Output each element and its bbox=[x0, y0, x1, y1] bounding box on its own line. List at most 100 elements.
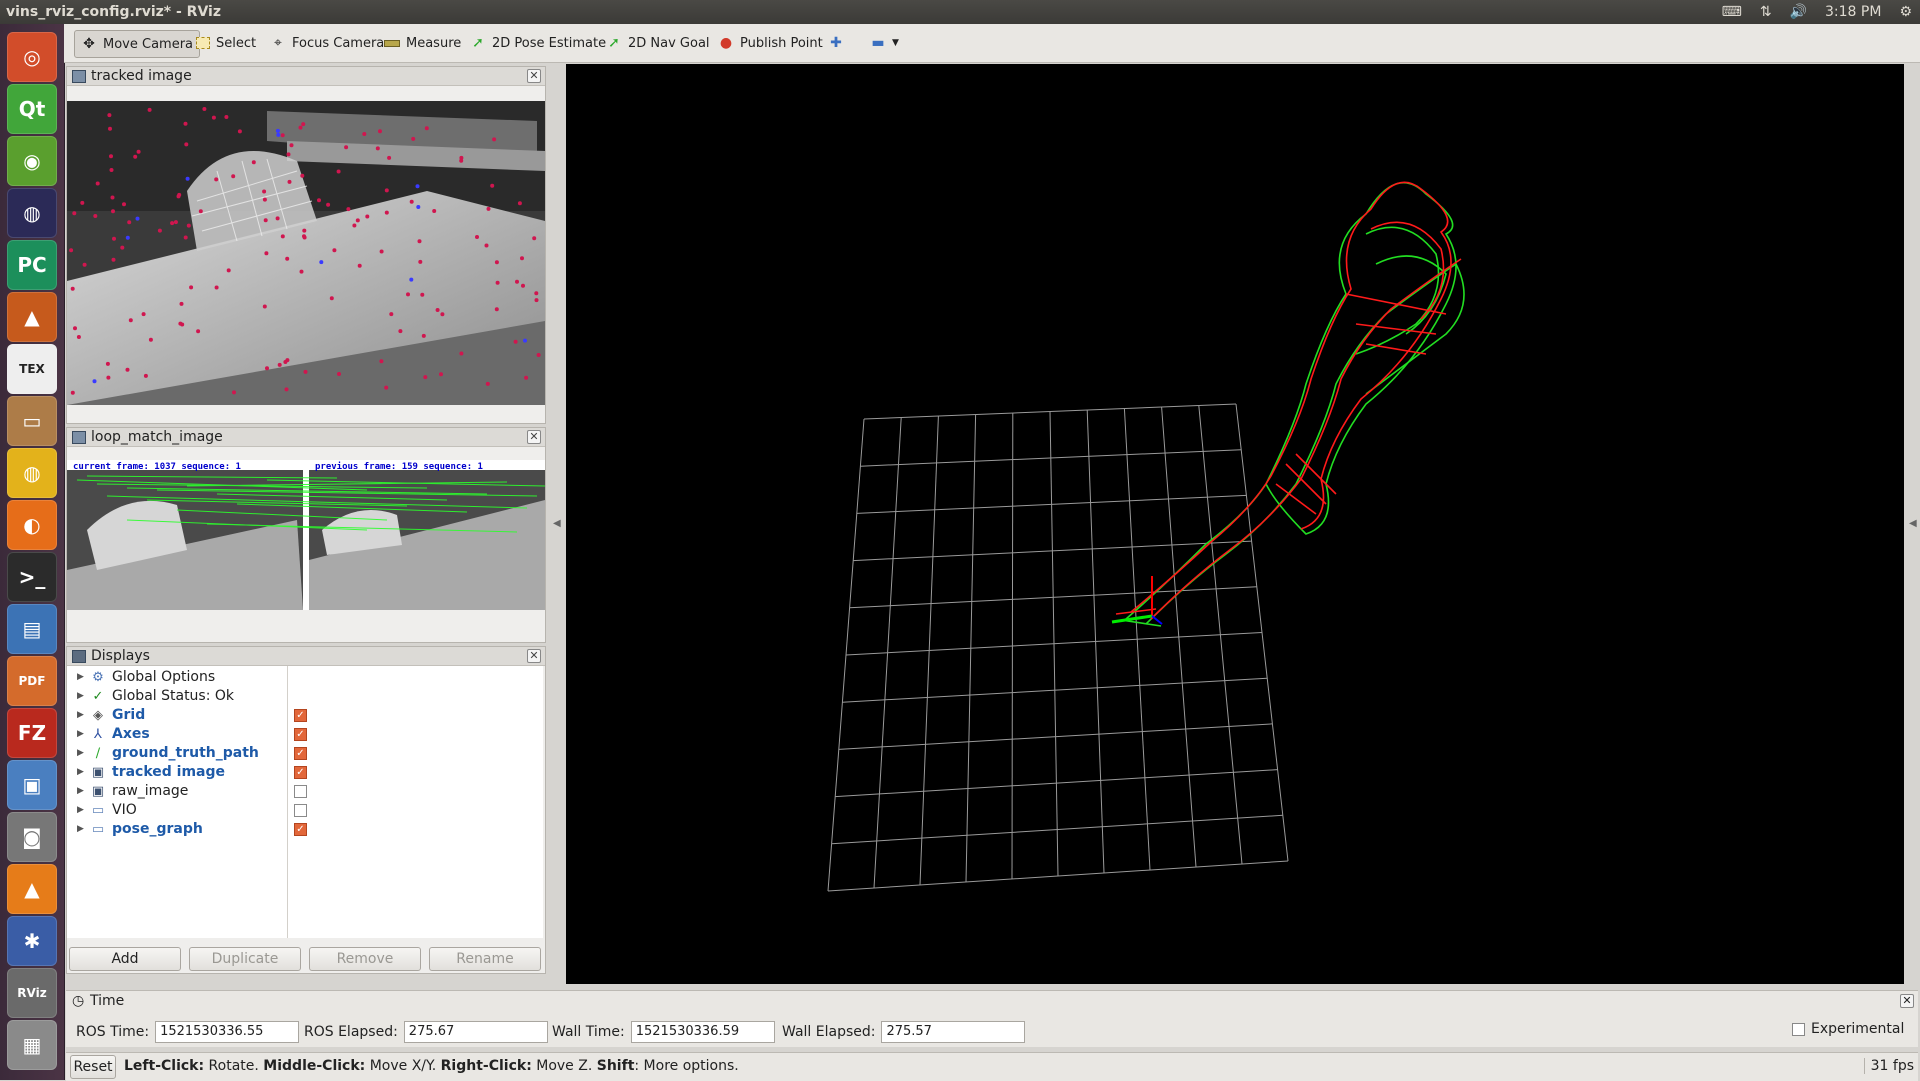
trash-icon[interactable]: ▦ bbox=[7, 1020, 57, 1070]
duplicate-button[interactable]: Duplicate bbox=[189, 947, 301, 971]
close-icon[interactable]: ✕ bbox=[527, 69, 541, 83]
chrome-icon[interactable]: ◍ bbox=[7, 448, 57, 498]
feature-point bbox=[275, 216, 280, 221]
display-item[interactable]: ▶ ▣ raw_image bbox=[67, 782, 543, 801]
expand-arrow-icon[interactable]: ▶ bbox=[77, 763, 84, 782]
rviz-icon[interactable]: RViz bbox=[7, 968, 57, 1018]
feature-point bbox=[329, 296, 334, 301]
firefox-icon[interactable]: ◐ bbox=[7, 500, 57, 550]
3d-viewport[interactable] bbox=[566, 64, 1904, 984]
display-item-label: Grid bbox=[112, 707, 146, 723]
axes-icon: ⅄ bbox=[94, 727, 102, 742]
3d-scene[interactable] bbox=[566, 64, 1904, 984]
feature-point bbox=[536, 353, 541, 357]
expand-arrow-icon[interactable]: ▶ bbox=[77, 820, 84, 839]
ros-icon[interactable]: ✱ bbox=[7, 916, 57, 966]
feature-point bbox=[336, 169, 341, 174]
expand-arrow-icon[interactable]: ▶ bbox=[77, 668, 84, 687]
close-icon[interactable]: ✕ bbox=[1900, 994, 1914, 1008]
publish-point-tool[interactable]: ● Publish Point bbox=[712, 30, 829, 56]
expand-arrow-icon[interactable]: ▶ bbox=[77, 744, 84, 763]
display-item[interactable]: ▶ ▭ pose_graph ✓ bbox=[67, 820, 543, 839]
volume-icon[interactable]: 🔊 bbox=[1790, 0, 1807, 24]
enable-checkbox[interactable] bbox=[294, 785, 307, 798]
enable-checkbox[interactable]: ✓ bbox=[294, 709, 307, 722]
select-tool[interactable]: Select bbox=[190, 30, 262, 56]
clock[interactable]: 3:18 PM bbox=[1825, 0, 1881, 24]
remote-desktop-icon[interactable]: ▣ bbox=[7, 760, 57, 810]
gear-icon: ⚙ bbox=[92, 670, 104, 685]
add-tool-button[interactable]: ✚ bbox=[822, 30, 850, 56]
terminal-icon[interactable]: >_ bbox=[7, 552, 57, 602]
ros-time-input[interactable]: 1521530336.55 bbox=[155, 1021, 300, 1043]
filezilla-icon[interactable]: FZ bbox=[7, 708, 57, 758]
measure-tool[interactable]: Measure bbox=[378, 30, 467, 56]
enable-checkbox[interactable]: ✓ bbox=[294, 728, 307, 741]
wall-elapsed-input[interactable]: 275.57 bbox=[881, 1021, 1026, 1043]
keyboard-icon[interactable]: ⌨ bbox=[1722, 0, 1742, 24]
display-item[interactable]: ▶ ∕ ground_truth_path ✓ bbox=[67, 744, 543, 763]
feature-point bbox=[435, 308, 440, 312]
experimental-toggle[interactable]: Experimental bbox=[1792, 1021, 1904, 1037]
eclipse-icon[interactable]: ◍ bbox=[7, 188, 57, 238]
hint-right-click: Right-Click: bbox=[440, 1058, 532, 1074]
expand-arrow-icon[interactable]: ▶ bbox=[77, 782, 84, 801]
display-item[interactable]: ▶ ⚙ Global Options bbox=[67, 668, 543, 687]
close-icon[interactable]: ✕ bbox=[527, 430, 541, 444]
pycharm-icon[interactable]: PC bbox=[7, 240, 57, 290]
rviz-green-icon[interactable]: ◉ bbox=[7, 136, 57, 186]
display-item[interactable]: ▶ ⅄ Axes ✓ bbox=[67, 725, 543, 744]
ros-elapsed-input[interactable]: 275.67 bbox=[403, 1021, 548, 1043]
grid-line bbox=[1161, 406, 1197, 868]
display-item[interactable]: ▶ ▣ tracked image ✓ bbox=[67, 763, 543, 782]
enable-checkbox[interactable]: ✓ bbox=[294, 747, 307, 760]
ubuntu-logo-icon[interactable]: ◎ bbox=[7, 32, 57, 82]
loop-current-caption: current frame: 1037 sequence: 1 bbox=[73, 462, 241, 472]
settings-gear-icon[interactable]: ⚙ bbox=[1899, 0, 1912, 24]
checkmark-icon: ✓ bbox=[92, 689, 104, 704]
status-bar: Reset Left-Click: Rotate. Middle-Click: … bbox=[66, 1052, 1918, 1081]
display-item[interactable]: ▶ ▭ VIO bbox=[67, 801, 543, 820]
green-arrow-icon: ➚ bbox=[608, 35, 620, 51]
focus-camera-tool[interactable]: ⌖ Focus Camera bbox=[264, 30, 390, 56]
enable-checkbox[interactable]: ✓ bbox=[294, 823, 307, 836]
panel-header[interactable]: Displays ✕ bbox=[67, 647, 545, 666]
experimental-checkbox[interactable] bbox=[1792, 1022, 1805, 1036]
display-item[interactable]: ▶ ◈ Grid ✓ bbox=[67, 706, 543, 725]
feature-point bbox=[143, 373, 148, 378]
pose-estimate-tool[interactable]: ➚ 2D Pose Estimate bbox=[464, 30, 612, 56]
feature-point bbox=[173, 220, 178, 225]
enable-checkbox[interactable]: ✓ bbox=[294, 766, 307, 779]
vlc-icon[interactable]: ▲ bbox=[7, 864, 57, 914]
pdf-icon[interactable]: PDF bbox=[7, 656, 57, 706]
expand-arrow-icon[interactable]: ▶ bbox=[77, 687, 84, 706]
close-icon[interactable]: ✕ bbox=[527, 649, 541, 663]
remove-button[interactable]: Remove bbox=[309, 947, 421, 971]
reset-button[interactable]: Reset bbox=[70, 1055, 116, 1079]
add-button[interactable]: Add bbox=[69, 947, 181, 971]
matlab-icon[interactable]: ▲ bbox=[7, 292, 57, 342]
remove-tool-button[interactable]: ▬ ▼ bbox=[864, 30, 905, 56]
panel-header[interactable]: loop_match_image ✕ bbox=[67, 428, 545, 447]
files-icon[interactable]: ▭ bbox=[7, 396, 57, 446]
splitter-handle[interactable]: ◀ bbox=[553, 518, 561, 529]
right-splitter-handle[interactable]: ◀ bbox=[1909, 518, 1917, 529]
network-icon[interactable]: ⇅ bbox=[1760, 0, 1772, 24]
panel-header[interactable]: tracked image ✕ bbox=[67, 67, 545, 86]
feature-point bbox=[231, 174, 236, 179]
rename-button[interactable]: Rename bbox=[429, 947, 541, 971]
wall-time-input[interactable]: 1521530336.59 bbox=[630, 1021, 775, 1043]
expand-arrow-icon[interactable]: ▶ bbox=[77, 801, 84, 820]
experimental-label: Experimental bbox=[1811, 1021, 1905, 1037]
nav-goal-tool[interactable]: ➚ 2D Nav Goal bbox=[600, 30, 716, 56]
display-item[interactable]: ▶ ✓ Global Status: Ok bbox=[67, 687, 543, 706]
enable-checkbox[interactable] bbox=[294, 804, 307, 817]
tex-icon[interactable]: TEX bbox=[7, 344, 57, 394]
qt-creator-icon[interactable]: Qt bbox=[7, 84, 57, 134]
move-camera-tool[interactable]: ✥ Move Camera bbox=[74, 30, 201, 58]
camera-icon[interactable]: ◙ bbox=[7, 812, 57, 862]
expand-arrow-icon[interactable]: ▶ bbox=[77, 706, 84, 725]
feature-point bbox=[265, 366, 269, 371]
expand-arrow-icon[interactable]: ▶ bbox=[77, 725, 84, 744]
document-viewer-icon[interactable]: ▤ bbox=[7, 604, 57, 654]
